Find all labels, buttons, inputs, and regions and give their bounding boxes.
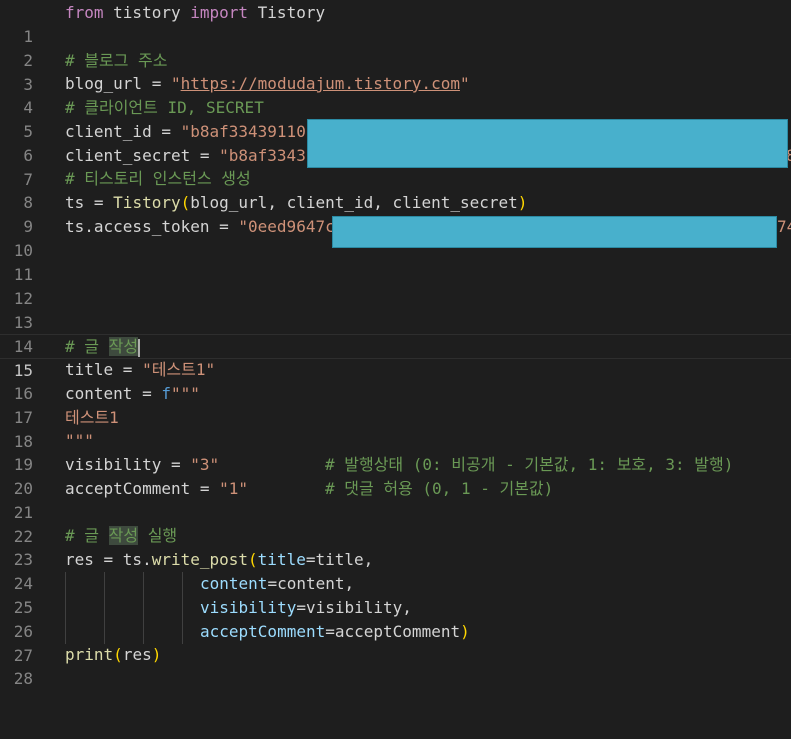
assignment: ts = (65, 193, 114, 212)
code-line-8[interactable]: 8 # 티스토리 인스턴스 생성 (0, 167, 791, 212)
access-token-tail: 74 (777, 217, 791, 236)
arguments: blog_url, client_id, client_secret (190, 193, 518, 212)
keyword-from: from (65, 3, 104, 22)
assignment: res = ts. (65, 550, 152, 569)
code-line-26[interactable]: 26 visibility=visibility, (0, 596, 791, 641)
comment-part: # 글 (65, 526, 109, 545)
code-line-20[interactable]: 20 visibility = "3" # 발행상태 (0: 비공개 - 기본값… (0, 453, 791, 498)
comment-client-credentials: # 클라이언트 ID, SECRET (65, 98, 264, 117)
bracket: ) (460, 622, 470, 641)
code-line-1[interactable]: 1 from tistory import Tistory (0, 1, 791, 46)
code-editor[interactable]: 1 from tistory import Tistory 2 3 # 블로그 … (0, 0, 791, 698)
bracket: ) (151, 645, 162, 664)
comment-part: # 글 (65, 337, 109, 356)
assignment: acceptComment = (65, 479, 220, 498)
blog-url-link[interactable]: https://modudajum.tistory.com (181, 74, 460, 93)
assignment: blog_url = (65, 74, 171, 93)
code-line-16[interactable]: 16 title = "테스트1" (0, 358, 791, 403)
indent-guide (65, 572, 66, 644)
fstring-prefix: f (161, 384, 171, 403)
comment-blog-address: # 블로그 주소 (65, 51, 168, 70)
code-line-11[interactable]: 11 (0, 239, 791, 284)
code-line-25[interactable]: 25 content=content, (0, 572, 791, 617)
code-line-28[interactable]: 28 print(res) (0, 643, 791, 688)
code-line-13[interactable]: 13 (0, 287, 791, 332)
code-line-27[interactable]: 27 acceptComment=acceptComment) (0, 620, 791, 665)
line-number: 28 (13, 669, 33, 688)
comment-part: 실행 (138, 526, 178, 545)
assignment: client_secret = (65, 146, 220, 165)
indent-guide (143, 572, 144, 644)
bracket: ( (180, 193, 191, 212)
code-line-21[interactable]: 21 acceptComment = "1" # 댓글 허용 (0, 1 - 기… (0, 477, 791, 522)
code-line-24[interactable]: 24 res = ts.write_post(title=title, (0, 548, 791, 593)
selection-highlight: 작성 (108, 526, 139, 545)
indent-guide (104, 572, 105, 644)
code-line-23[interactable]: 23 # 글 작성 실행 (0, 524, 791, 569)
quote: " (170, 74, 181, 93)
code-line-12[interactable]: 12 (0, 263, 791, 308)
code-line-9[interactable]: 9 ts = Tistory(blog_url, client_id, clie… (0, 191, 791, 236)
arg-value: =title, (305, 550, 374, 569)
client-secret-string: "b8af3343 (219, 146, 306, 165)
code-line-5[interactable]: 5 # 클라이언트 ID, SECRET (0, 96, 791, 141)
function-call: print (65, 645, 114, 664)
comment-create-instance: # 티스토리 인스턴스 생성 (65, 169, 251, 188)
assignment: title = (65, 360, 143, 379)
function-call: Tistory (113, 193, 181, 212)
keyword-arg: content (200, 574, 268, 593)
triple-quote: """ (65, 431, 94, 450)
accept-comment-string: "1" (219, 479, 249, 498)
quote: " (459, 74, 470, 93)
code-line-15-current[interactable]: 15 # 글 작성 (0, 334, 791, 380)
code-line-3[interactable]: 3 # 블로그 주소 (0, 49, 791, 94)
assignment: content = (65, 384, 162, 403)
bracket: ( (113, 645, 123, 664)
keyword-arg: title (257, 550, 306, 569)
assignment: ts.access_token = (65, 217, 239, 236)
code-line-19[interactable]: 19 """ (0, 429, 791, 474)
redaction-box (307, 119, 788, 168)
code-line-4[interactable]: 4 blog_url = "https://modudajum.tistory.… (0, 72, 791, 117)
module-name: tistory (103, 3, 191, 22)
keyword-arg: acceptComment (200, 622, 326, 641)
access-token-string: "0eed9647c (238, 217, 335, 236)
text-cursor (138, 338, 141, 357)
code-line-14[interactable]: 14 (0, 311, 791, 356)
arg-value: =content, (267, 574, 355, 593)
class-name: Tistory (248, 3, 326, 22)
arg-value: =acceptComment (325, 622, 461, 641)
arg-value: =visibility, (296, 598, 412, 617)
indent-guide (182, 572, 183, 644)
function-call: write_post (151, 550, 249, 569)
assignment: client_id = (65, 122, 181, 141)
content-string: 테스트1 (65, 408, 119, 427)
assignment: visibility = (65, 455, 191, 474)
triple-quote: """ (170, 384, 200, 403)
visibility-string: "3" (190, 455, 220, 474)
keyword-import: import (190, 3, 249, 22)
client-id-string: "b8af33439110 (180, 122, 306, 141)
code-line-18[interactable]: 18 테스트1 (0, 406, 791, 451)
comment-accept-comment: # 댓글 허용 (0, 1 - 기본값) (325, 479, 554, 498)
code-line-2[interactable]: 2 (0, 25, 791, 70)
title-string: "테스트1" (142, 360, 216, 379)
code-line-17[interactable]: 17 content = f""" (0, 382, 791, 427)
comment-visibility: # 발행상태 (0: 비공개 - 기본값, 1: 보호, 3: 발행) (325, 455, 734, 474)
bracket: ) (517, 193, 528, 212)
bracket: ( (248, 550, 258, 569)
arg-value: res (122, 645, 152, 664)
selection-highlight: 작성 (108, 337, 139, 356)
keyword-arg: visibility (200, 598, 297, 617)
code-line-22[interactable]: 22 (0, 501, 791, 546)
